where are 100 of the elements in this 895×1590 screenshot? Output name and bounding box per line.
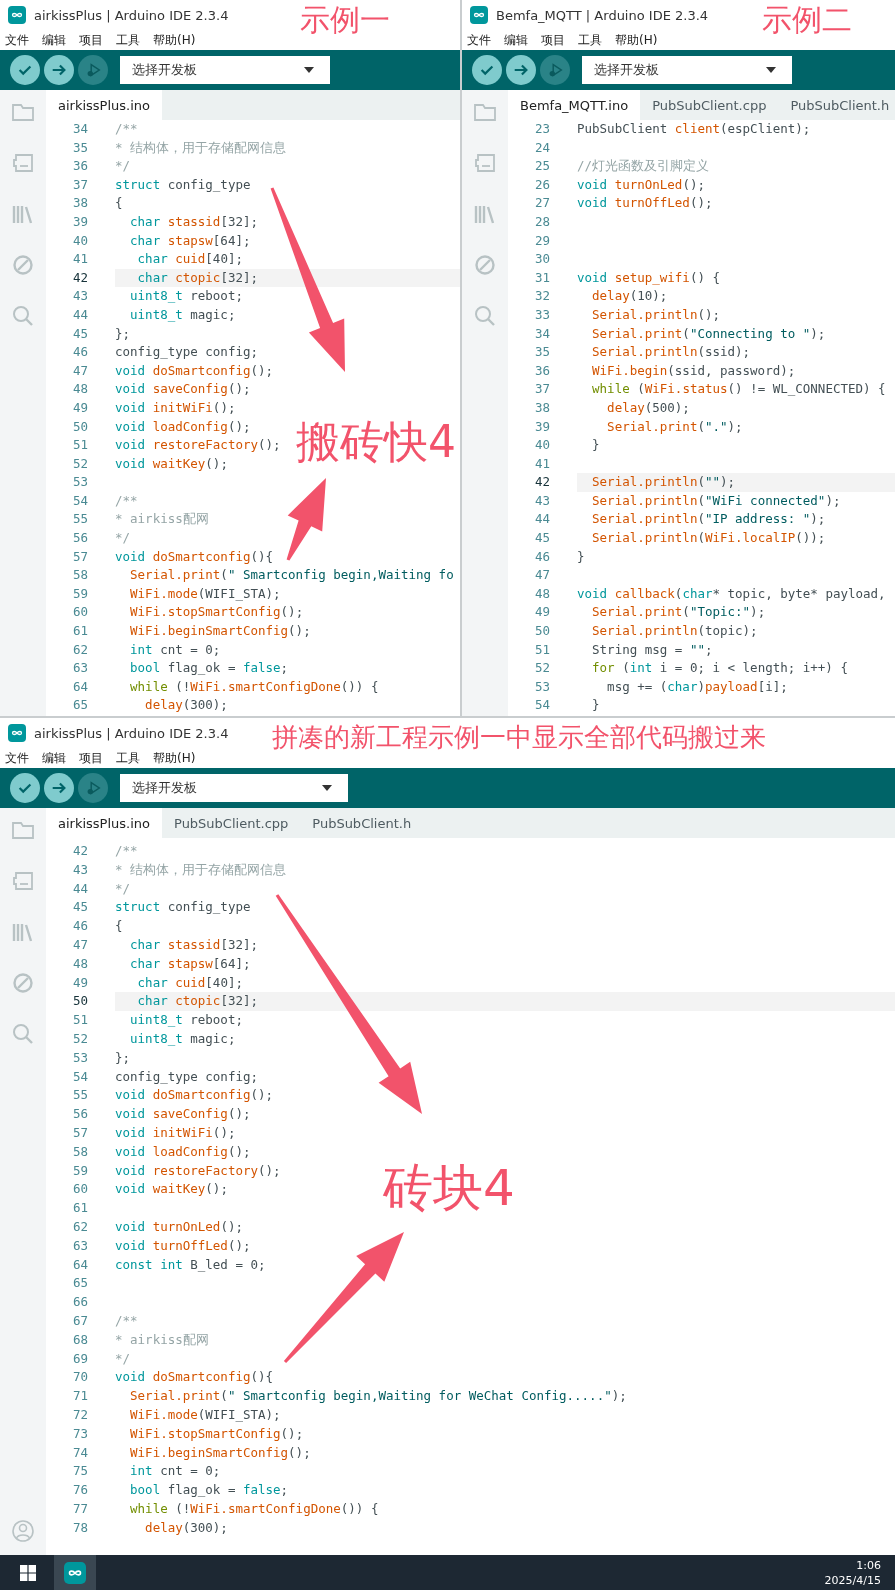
- caret-icon: [766, 67, 776, 73]
- board-icon[interactable]: [473, 151, 497, 175]
- code-line: char stapsw[64];: [129, 231, 251, 250]
- code-line: void turnOffLed();: [115, 1236, 251, 1255]
- code-line: /**: [115, 120, 138, 138]
- menu-item[interactable]: 工具: [116, 31, 140, 49]
- code-line: WiFi.mode(WIFI_STA);: [129, 584, 281, 603]
- code-line: struct config_type: [115, 175, 251, 194]
- menu-item[interactable]: 项目: [79, 31, 103, 49]
- code-line: void saveConfig();: [115, 1105, 251, 1124]
- line-number: 76: [71, 1481, 88, 1500]
- menu-item[interactable]: 编辑: [42, 31, 66, 49]
- line-number: 43: [71, 287, 88, 306]
- upload-button[interactable]: [44, 55, 74, 85]
- menu-item[interactable]: 编辑: [504, 31, 528, 49]
- search-icon[interactable]: [11, 1022, 35, 1046]
- file-tab[interactable]: PubSubClient.cpp: [162, 808, 301, 838]
- menu-item[interactable]: 文件: [467, 31, 491, 49]
- line-number: 29: [533, 231, 550, 250]
- line-number: 52: [71, 1029, 88, 1048]
- search-icon[interactable]: [11, 304, 35, 328]
- file-tab[interactable]: airkissPlus.ino: [46, 808, 162, 838]
- verify-button[interactable]: [10, 773, 40, 803]
- windows-icon[interactable]: [20, 1564, 36, 1581]
- code-line: config_type config;: [115, 343, 258, 362]
- line-number: 57: [71, 1123, 88, 1142]
- line-number: 43: [71, 860, 88, 879]
- line-number: 42: [71, 268, 88, 287]
- line-number: 56: [71, 529, 88, 548]
- no-entry-icon[interactable]: [473, 253, 497, 277]
- upload-button[interactable]: [506, 55, 536, 85]
- verify-button[interactable]: [10, 55, 40, 85]
- board-selector[interactable]: 选择开发板: [120, 56, 330, 84]
- no-entry-icon[interactable]: [11, 253, 35, 277]
- code-line: void doSmartconfig(){: [115, 547, 274, 566]
- code-line: Serial.println("WiFi connected");: [591, 491, 841, 510]
- board-icon[interactable]: [11, 151, 35, 175]
- code-line: void saveConfig();: [115, 380, 251, 399]
- line-number: 39: [533, 417, 550, 436]
- file-tab[interactable]: PubSubClient.cpp: [640, 90, 779, 120]
- line-number: 49: [533, 603, 550, 622]
- taskbar-app-button[interactable]: [54, 1555, 96, 1590]
- file-tab[interactable]: PubSubClient.h: [300, 808, 424, 838]
- code-line: struct config_type: [115, 898, 251, 917]
- line-number: 54: [533, 696, 550, 715]
- line-number: 53: [533, 677, 550, 696]
- line-number: 59: [71, 1161, 88, 1180]
- line-number: 32: [533, 287, 550, 306]
- code-line: while (!WiFi.smartConfigDone()) {: [129, 677, 379, 696]
- upload-button[interactable]: [44, 773, 74, 803]
- line-number: 53: [71, 473, 88, 492]
- code-line: msg += (char)payload[i];: [606, 677, 788, 696]
- line-number: 78: [71, 1518, 88, 1537]
- menu-item[interactable]: 文件: [5, 31, 29, 49]
- line-number: 60: [71, 603, 88, 622]
- debug-button[interactable]: [78, 773, 108, 803]
- code-line: char cuid[40];: [136, 250, 243, 269]
- file-tab[interactable]: Bemfa_MQTT.ino: [508, 90, 641, 120]
- file-tab[interactable]: PubSubClient.h: [778, 90, 895, 120]
- code-line: const int B_led = 0;: [115, 1255, 266, 1274]
- line-number: 61: [71, 1199, 88, 1218]
- caret-icon: [304, 67, 314, 73]
- line-number: 34: [71, 120, 88, 138]
- debug-button[interactable]: [78, 55, 108, 85]
- board-selector-label: 选择开发板: [594, 61, 659, 79]
- line-number: 57: [71, 547, 88, 566]
- file-tab[interactable]: airkissPlus.ino: [46, 90, 162, 120]
- menu-item[interactable]: 项目: [79, 749, 103, 767]
- code-line: {: [115, 194, 123, 213]
- board-icon[interactable]: [11, 869, 35, 893]
- no-entry-icon[interactable]: [11, 971, 35, 995]
- menu-item[interactable]: 文件: [5, 749, 29, 767]
- menu-item[interactable]: 帮助(H): [153, 749, 196, 767]
- menu-item[interactable]: 帮助(H): [153, 31, 196, 49]
- board-selector[interactable]: 选择开发板: [120, 774, 348, 802]
- code-line: uint8_t magic;: [129, 1029, 236, 1048]
- code-line: char stassid[32];: [129, 936, 258, 954]
- menu-item[interactable]: 项目: [541, 31, 565, 49]
- verify-button[interactable]: [472, 55, 502, 85]
- app-logo-icon: [8, 724, 26, 742]
- code-line: void setup_wifi() {: [577, 268, 720, 287]
- line-number: 42: [71, 842, 88, 860]
- menu-item[interactable]: 帮助(H): [615, 31, 658, 49]
- line-number: 52: [533, 659, 550, 678]
- menu-item[interactable]: 工具: [116, 749, 140, 767]
- line-number: 73: [71, 1424, 88, 1443]
- line-number: 72: [71, 1405, 88, 1424]
- line-number: 48: [533, 584, 550, 603]
- line-number: 74: [71, 1443, 88, 1462]
- code-line: void initWiFi();: [115, 398, 236, 417]
- board-selector[interactable]: 选择开发板: [582, 56, 792, 84]
- user-icon[interactable]: [11, 1519, 35, 1543]
- code-line: void loadConfig();: [115, 417, 251, 436]
- clock-time: 1:06: [856, 1557, 881, 1573]
- menu-item[interactable]: 编辑: [42, 749, 66, 767]
- debug-button[interactable]: [540, 55, 570, 85]
- search-icon[interactable]: [473, 304, 497, 328]
- code-line: }: [577, 547, 585, 566]
- menu-item[interactable]: 工具: [578, 31, 602, 49]
- line-number: 65: [71, 696, 88, 715]
